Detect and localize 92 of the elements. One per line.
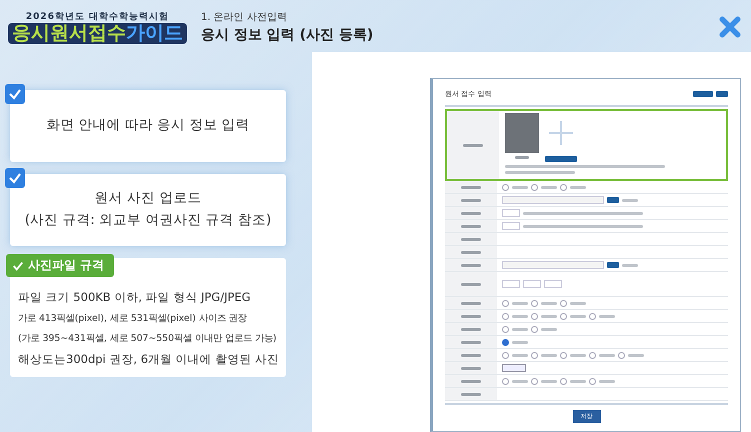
page-title: 응시 정보 입력 (사진 등록): [201, 26, 374, 44]
input-field[interactable]: [502, 196, 604, 204]
input-field[interactable]: [502, 261, 604, 269]
search-button[interactable]: [607, 262, 619, 268]
radio-button[interactable]: [531, 312, 538, 320]
guide-logo-accent-text: 가이드: [126, 23, 183, 44]
option-smudge: [541, 380, 557, 382]
option-smudge: [570, 314, 586, 318]
option-smudge: [628, 354, 644, 356]
radio-button[interactable]: [560, 312, 567, 320]
option-smudge: [541, 354, 557, 356]
option-smudge: [599, 314, 615, 318]
input-field[interactable]: [544, 280, 562, 288]
note-smudge: [505, 171, 575, 174]
spec-tab-text: 사진파일 규격: [28, 257, 104, 274]
label-smudge: [461, 198, 481, 202]
spec-line: 해상도는300dpi 권장, 6개월 이내에 촬영된 사진: [18, 352, 280, 367]
label-smudge: [461, 302, 481, 304]
option-smudge: [599, 380, 615, 382]
option-smudge: [541, 186, 557, 188]
radio-button[interactable]: [502, 378, 509, 384]
input-field[interactable]: [502, 209, 520, 217]
hint-smudge: [622, 264, 638, 266]
caption-smudge: [515, 156, 529, 159]
option-smudge: [570, 354, 586, 356]
option-smudge: [541, 314, 557, 318]
label-smudge: [461, 380, 481, 382]
logout-button[interactable]: [693, 91, 713, 97]
dropdown[interactable]: [502, 364, 526, 372]
option-smudge: [541, 302, 557, 304]
spec-line: 가로 413픽셀(pixel), 세로 531픽셀(pixel) 사이즈 권장: [18, 312, 248, 325]
label-smudge: [461, 392, 481, 396]
radio-button[interactable]: [560, 184, 567, 190]
search-button[interactable]: [607, 197, 619, 203]
section-label: 1. 온라인 사전입력: [201, 11, 288, 24]
radio-button[interactable]: [589, 312, 596, 320]
label-smudge: [461, 328, 481, 330]
radio-button[interactable]: [502, 184, 509, 190]
exam-year-text: 2026학년도 대학수학능력시험: [26, 11, 170, 24]
radio-button[interactable]: [531, 300, 538, 306]
radio-button[interactable]: [502, 338, 509, 346]
step-text: 화면 안내에 따라 응시 정보 입력: [46, 116, 250, 136]
option-smudge: [512, 302, 528, 304]
radio-button[interactable]: [560, 352, 567, 358]
label-smudge: [461, 224, 481, 228]
spec-line: (가로 395~431픽셀, 세로 507~550픽셀 이내만 업로드 가능): [18, 332, 278, 345]
option-smudge: [570, 186, 586, 188]
radio-button[interactable]: [589, 378, 596, 384]
label-smudge: [461, 340, 481, 344]
option-smudge: [512, 340, 528, 344]
label-smudge: [461, 250, 481, 254]
photo-placeholder: [505, 113, 539, 153]
option-smudge: [512, 380, 528, 382]
label-smudge: [461, 212, 481, 214]
radio-button[interactable]: [589, 352, 596, 358]
option-smudge: [512, 186, 528, 188]
radio-button[interactable]: [502, 300, 509, 306]
home-button[interactable]: [716, 91, 728, 97]
input-field[interactable]: [502, 280, 520, 288]
radio-button[interactable]: [502, 326, 509, 332]
label-smudge: [461, 186, 481, 188]
label-smudge: [461, 366, 481, 370]
radio-button[interactable]: [560, 378, 567, 384]
option-smudge: [512, 354, 528, 356]
label-smudge: [461, 354, 481, 356]
radio-button[interactable]: [560, 300, 567, 306]
label-smudge: [461, 238, 481, 240]
radio-button[interactable]: [502, 352, 509, 358]
x-logo-icon: [719, 16, 741, 38]
guide-logo-text: 응시원서접수: [12, 23, 126, 44]
hint-smudge: [622, 198, 638, 202]
label-smudge: [461, 264, 481, 266]
label-smudge: [461, 314, 481, 318]
option-smudge: [541, 328, 557, 330]
input-field[interactable]: [502, 222, 520, 230]
checkmark-icon: [12, 260, 24, 272]
radio-button[interactable]: [531, 184, 538, 190]
radio-button[interactable]: [502, 312, 509, 320]
label-smudge: [463, 144, 483, 146]
option-smudge: [512, 328, 528, 330]
radio-button[interactable]: [618, 352, 625, 358]
step-text: 원서 사진 업로드 (사진 규격: 외교부 여권사진 규격 참조): [24, 189, 272, 230]
option-smudge: [599, 354, 615, 356]
option-smudge: [570, 302, 586, 304]
option-smudge: [512, 314, 528, 318]
spec-line: 파일 크기 500KB 이하, 파일 형식 JPG/JPEG: [18, 290, 252, 305]
label-smudge: [461, 282, 481, 286]
radio-button[interactable]: [531, 352, 538, 358]
input-field[interactable]: [523, 280, 541, 288]
option-smudge: [570, 380, 586, 382]
radio-button[interactable]: [531, 326, 538, 332]
radio-button[interactable]: [531, 378, 538, 384]
